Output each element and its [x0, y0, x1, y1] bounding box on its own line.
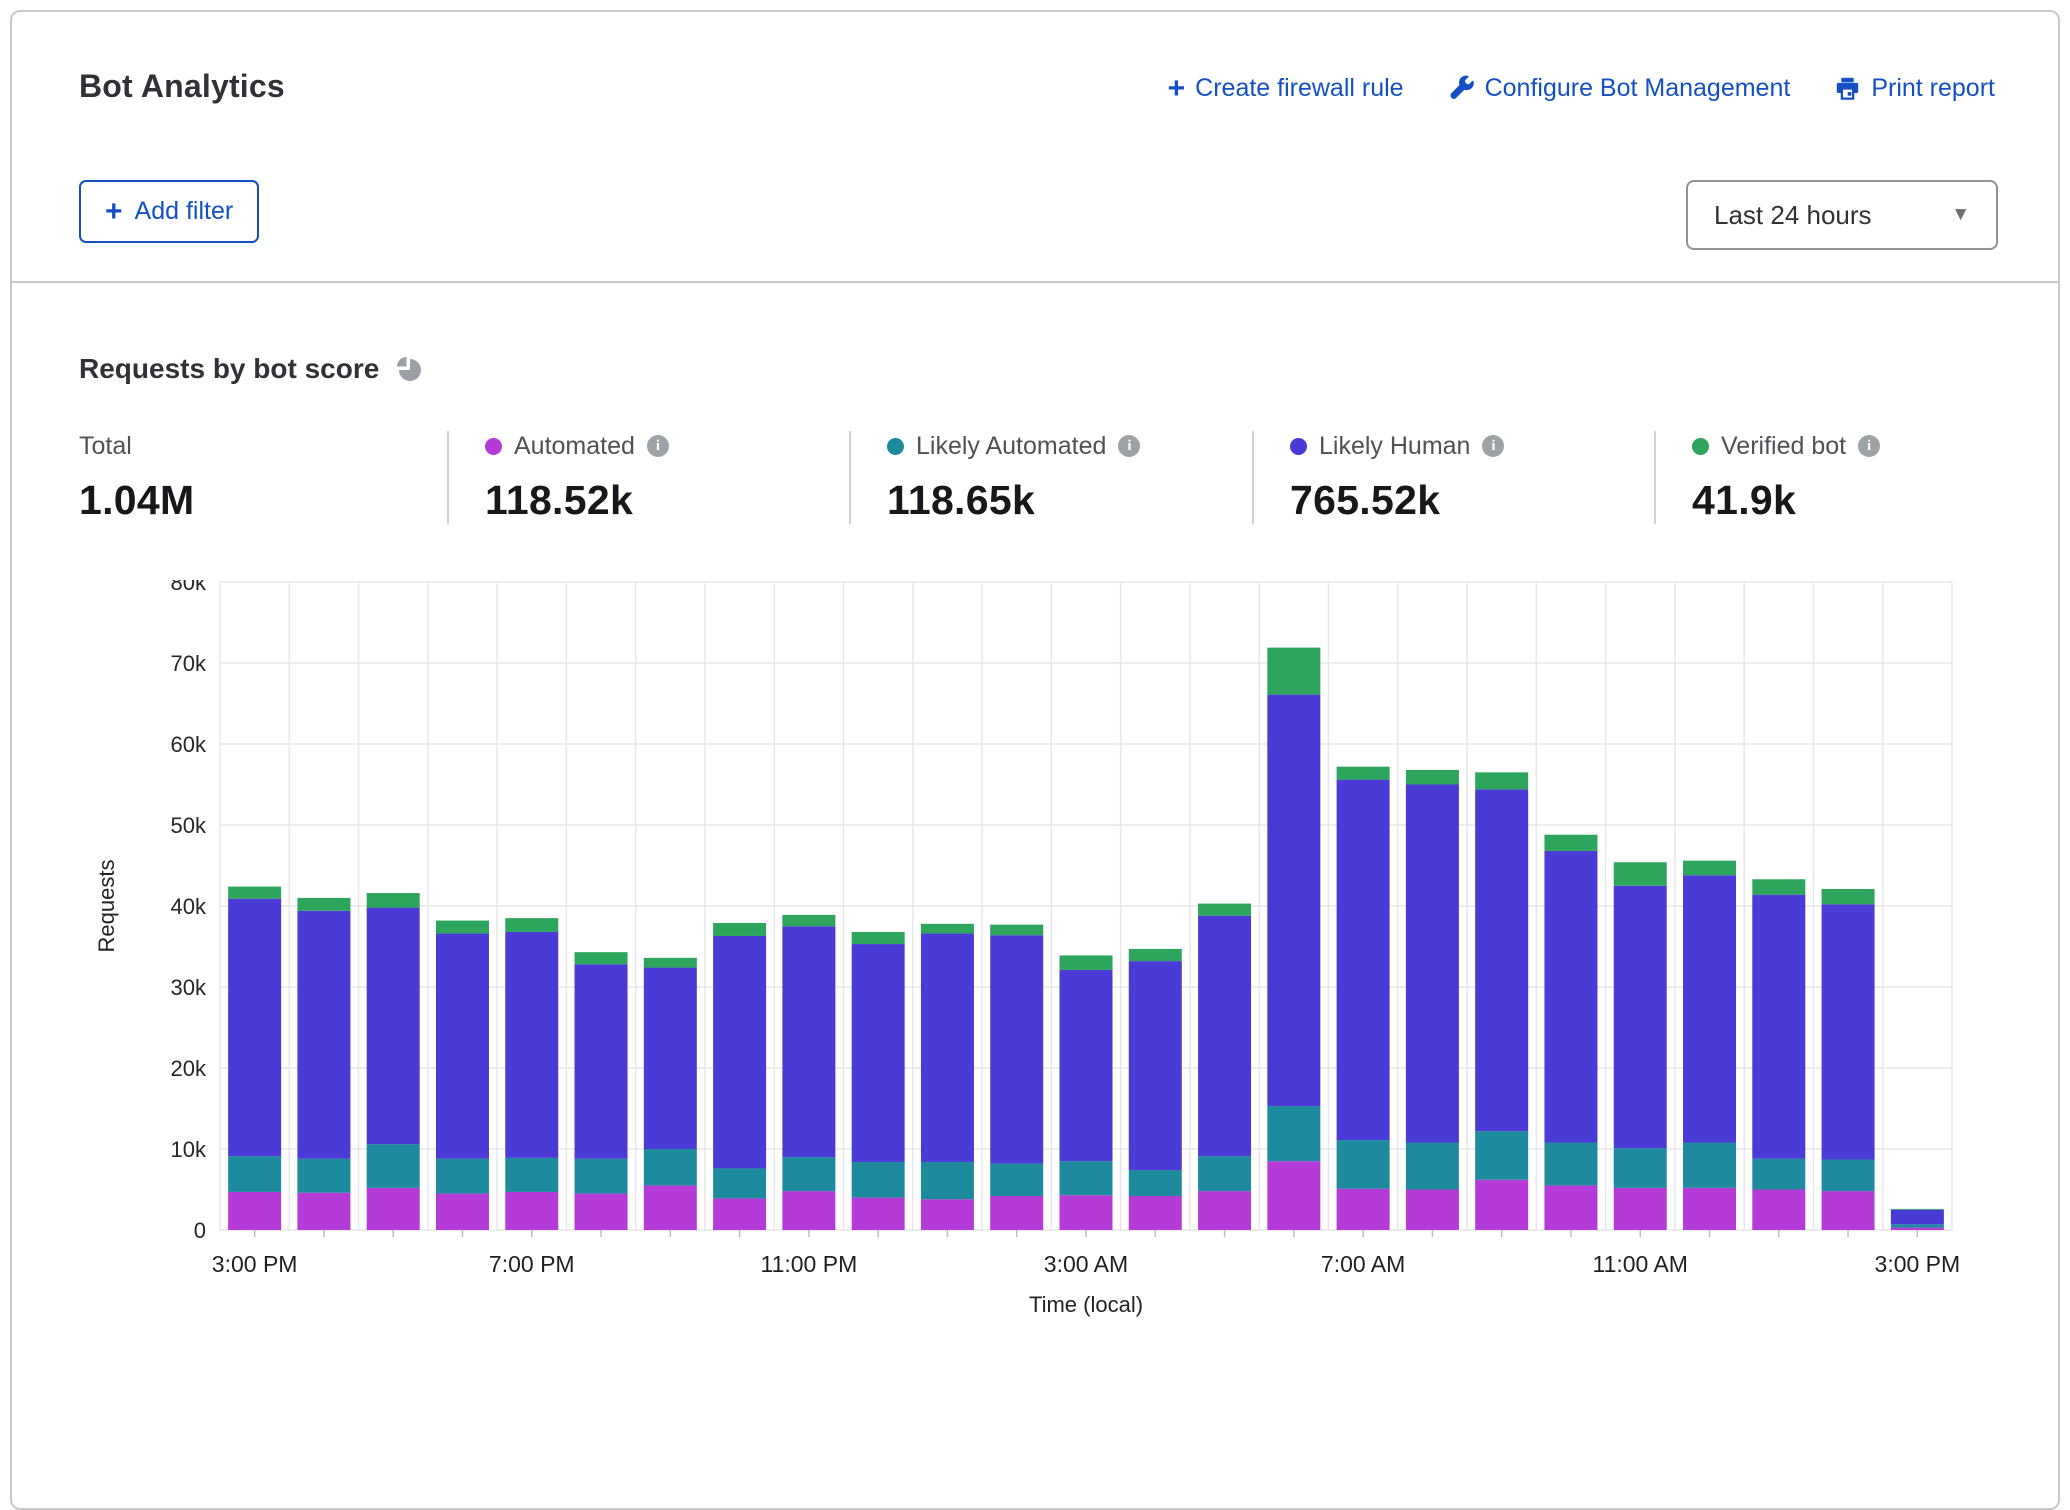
stat-label: Likely Automated: [916, 432, 1106, 461]
stat-label: Likely Human: [1319, 432, 1470, 461]
svg-text:0: 0: [194, 1218, 206, 1243]
stat-label: Total: [79, 432, 132, 461]
svg-text:7:00 PM: 7:00 PM: [489, 1251, 575, 1277]
add-filter-button[interactable]: + Add filter: [79, 180, 259, 243]
svg-text:7:00 AM: 7:00 AM: [1321, 1251, 1405, 1277]
svg-text:11:00 PM: 11:00 PM: [761, 1251, 858, 1277]
verified-bot-dot: [1692, 438, 1709, 455]
configure-bot-management-label: Configure Bot Management: [1485, 74, 1791, 103]
create-firewall-rule-label: Create firewall rule: [1195, 74, 1403, 103]
stat-value: 41.9k: [1692, 477, 1880, 524]
page-title: Bot Analytics: [79, 68, 285, 105]
info-icon[interactable]: i: [1482, 435, 1504, 457]
stat-value: 1.04M: [79, 477, 437, 524]
svg-text:Requests: Requests: [94, 860, 119, 953]
printer-icon: [1834, 75, 1861, 102]
bot-analytics-card: Bot Analytics + Create firewall rule Con…: [10, 10, 2060, 1510]
filter-row: + Add filter Last 24 hours ▼: [79, 180, 1998, 250]
print-report-link[interactable]: Print report: [1834, 74, 1995, 103]
section-title: Requests by bot score: [79, 353, 379, 385]
stat-value: 118.65k: [887, 477, 1242, 524]
svg-text:60k: 60k: [171, 732, 207, 757]
svg-text:Time (local): Time (local): [1029, 1292, 1143, 1317]
svg-text:10k: 10k: [171, 1137, 207, 1162]
svg-text:3:00 PM: 3:00 PM: [1875, 1251, 1961, 1277]
stat-value: 765.52k: [1290, 477, 1644, 524]
info-icon[interactable]: i: [1118, 435, 1140, 457]
stats-row: Total 1.04M Automated i 118.52k Likely A…: [79, 431, 1998, 524]
add-filter-label: Add filter: [135, 197, 234, 226]
automated-dot: [485, 438, 502, 455]
stat-total: Total 1.04M: [79, 431, 447, 524]
time-range-value: Last 24 hours: [1714, 200, 1872, 231]
stat-label: Verified bot: [1721, 432, 1846, 461]
time-range-dropdown[interactable]: Last 24 hours ▼: [1686, 180, 1998, 250]
svg-text:30k: 30k: [171, 975, 207, 1000]
chevron-down-icon: ▼: [1951, 204, 1970, 226]
info-icon[interactable]: i: [647, 435, 669, 457]
print-report-label: Print report: [1871, 74, 1995, 103]
svg-text:20k: 20k: [171, 1056, 207, 1081]
wrench-icon: [1448, 75, 1475, 102]
card-header: Bot Analytics + Create firewall rule Con…: [12, 12, 2058, 283]
configure-bot-management-link[interactable]: Configure Bot Management: [1448, 74, 1791, 103]
stacked-bar-chart[interactable]: 0 10k 20k 30k 40k 50k 60k 70k 80k 3:00 PM 7:00 PM 1…: [62, 580, 1962, 1328]
svg-text:40k: 40k: [171, 894, 207, 919]
stat-likely-automated: Likely Automated i 118.65k: [849, 431, 1252, 524]
svg-text:80k: 80k: [171, 580, 207, 595]
svg-text:3:00 AM: 3:00 AM: [1044, 1251, 1128, 1277]
svg-text:50k: 50k: [171, 813, 207, 838]
requests-section: Requests by bot score Total 1.04M Automa…: [12, 353, 2058, 1328]
pie-chart-icon: [395, 355, 423, 383]
stat-verified-bot: Verified bot i 41.9k: [1654, 431, 1890, 524]
svg-text:70k: 70k: [171, 651, 207, 676]
create-firewall-rule-link[interactable]: + Create firewall rule: [1168, 74, 1404, 103]
stat-label: Automated: [514, 432, 635, 461]
header-actions: + Create firewall rule Configure Bot Man…: [1168, 74, 1995, 103]
plus-icon: +: [1168, 79, 1186, 99]
likely-human-dot: [1290, 438, 1307, 455]
info-icon[interactable]: i: [1858, 435, 1880, 457]
svg-text:3:00 PM: 3:00 PM: [212, 1251, 298, 1277]
likely-automated-dot: [887, 438, 904, 455]
stat-value: 118.52k: [485, 477, 839, 524]
plus-icon: +: [105, 202, 123, 222]
svg-text:11:00 AM: 11:00 AM: [1592, 1251, 1687, 1277]
requests-by-bot-score-chart[interactable]: 0 10k 20k 30k 40k 50k 60k 70k 80k 3:00 PM 7:00 PM 1…: [62, 580, 1998, 1328]
stat-likely-human: Likely Human i 765.52k: [1252, 431, 1654, 524]
stat-automated: Automated i 118.52k: [447, 431, 849, 524]
